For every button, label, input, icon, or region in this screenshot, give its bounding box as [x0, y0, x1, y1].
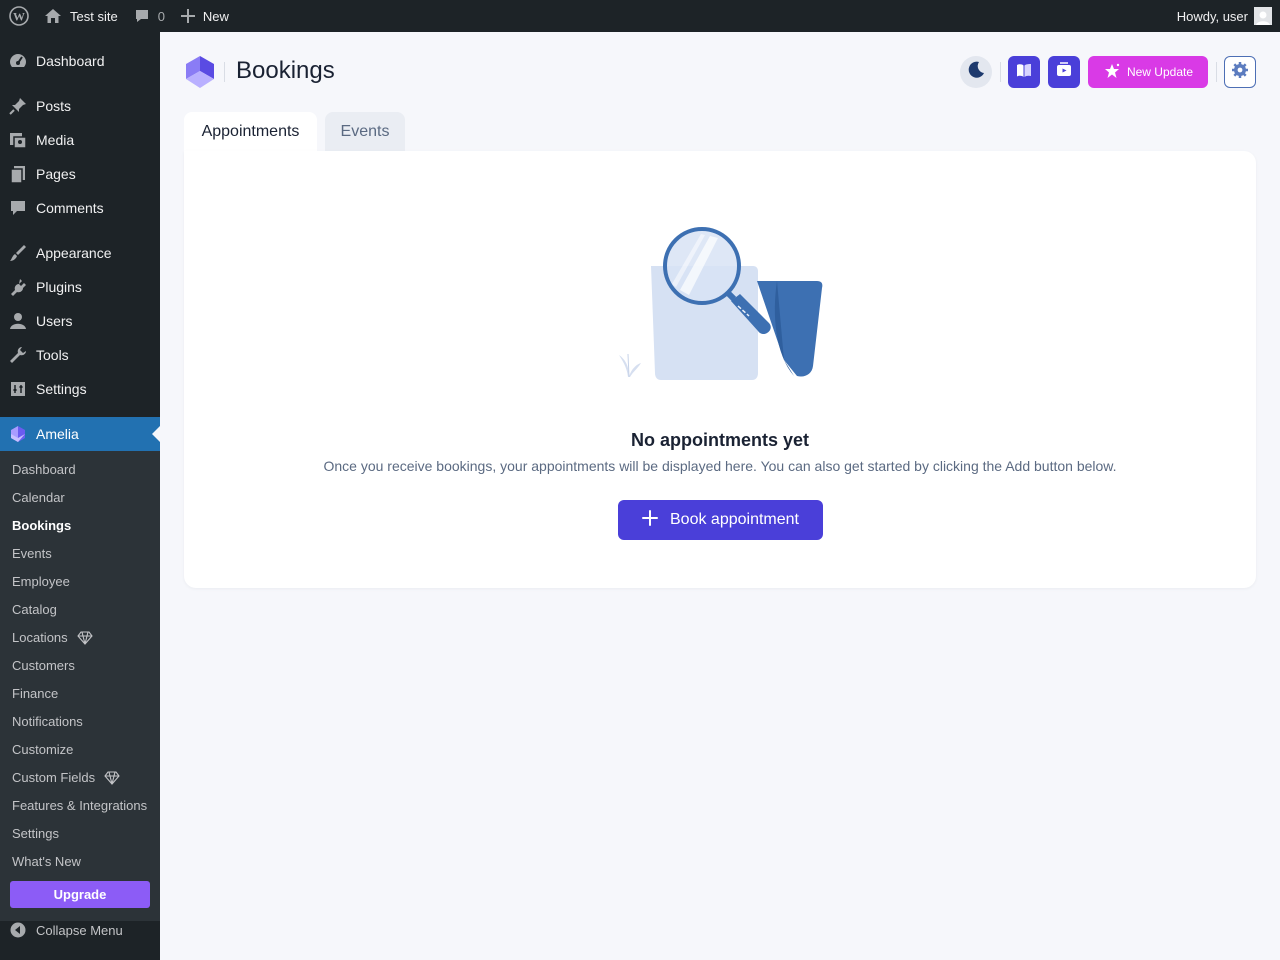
empty-state-title: No appointments yet — [630, 430, 809, 450]
account-menu[interactable]: Howdy, user — [1177, 0, 1280, 32]
submenu-label: Locations — [12, 630, 68, 645]
sidebar-item-settings[interactable]: Settings — [0, 372, 160, 406]
pages-icon — [0, 164, 36, 184]
media-icon — [0, 130, 36, 150]
pin-icon — [0, 96, 36, 116]
book-icon — [1015, 61, 1033, 84]
wordpress-logo-icon[interactable]: W — [2, 0, 36, 32]
amelia-logo-icon — [184, 55, 216, 94]
new-label: New — [202, 8, 229, 24]
new-update-label: New Update — [1126, 65, 1194, 79]
submenu-catalog[interactable]: Catalog — [12, 600, 57, 620]
sidebar-item-label: Pages — [36, 166, 76, 182]
submenu-notifications[interactable]: Notifications — [12, 712, 83, 732]
new-update-button[interactable]: New Update — [1088, 56, 1208, 88]
site-name-link[interactable]: Test site — [36, 0, 126, 32]
sidebar-item-users[interactable]: Users — [0, 304, 160, 338]
sparkle-star-icon — [1103, 62, 1121, 83]
submenu-customers[interactable]: Customers — [12, 656, 75, 676]
page-title: Bookings — [236, 57, 335, 84]
brush-icon — [0, 243, 36, 263]
header-divider — [1000, 62, 1001, 82]
collapse-label: Collapse Menu — [36, 922, 123, 938]
amelia-icon — [0, 424, 36, 444]
howdy-text: Howdy, user — [1176, 8, 1248, 24]
submenu-whats-new[interactable]: What's New — [12, 852, 81, 872]
header-divider — [1216, 62, 1217, 82]
documentation-button[interactable] — [1008, 56, 1040, 88]
sidebar-item-appearance[interactable]: Appearance — [0, 236, 160, 270]
submenu-label: Custom Fields — [12, 770, 96, 785]
sidebar-item-dashboard[interactable]: Dashboard — [0, 44, 160, 78]
sidebar-item-label: Tools — [36, 347, 69, 363]
sidebar-item-label: Plugins — [36, 279, 82, 295]
tab-events[interactable]: Events — [325, 112, 405, 152]
comments-count: 0 — [157, 8, 165, 24]
sidebar-item-label: Amelia — [36, 426, 79, 442]
home-icon — [44, 8, 62, 24]
sidebar-item-label: Dashboard — [36, 53, 105, 69]
diamond-icon — [104, 771, 120, 785]
comment-icon — [134, 8, 150, 24]
submenu-employee[interactable]: Employee — [12, 572, 70, 592]
settings-button[interactable] — [1224, 56, 1256, 88]
submenu-dashboard[interactable]: Dashboard — [12, 460, 76, 480]
sidebar-item-pages[interactable]: Pages — [0, 157, 160, 191]
sidebar-item-label: Media — [36, 132, 75, 148]
sidebar-item-amelia[interactable]: Amelia — [0, 417, 160, 451]
sidebar-item-plugins[interactable]: Plugins — [0, 270, 160, 304]
sidebar-item-label: Users — [36, 313, 73, 329]
dark-mode-toggle[interactable] — [960, 56, 992, 88]
comment-icon — [0, 198, 36, 218]
sidebar-item-media[interactable]: Media — [0, 123, 160, 157]
admin-sidebar: Dashboard Posts Media Pages Comments App… — [0, 32, 160, 960]
avatar — [1254, 7, 1272, 25]
sidebar-item-label: Appearance — [36, 245, 112, 261]
video-tutorials-button[interactable] — [1048, 56, 1080, 88]
submenu-features-integrations[interactable]: Features & Integrations — [12, 796, 147, 816]
collapse-menu-button[interactable]: Collapse Menu — [0, 916, 160, 944]
admin-bar: W Test site 0 New Howdy, user — [0, 0, 1280, 32]
book-appointment-button[interactable]: Book appointment — [618, 500, 823, 540]
submenu-custom-fields[interactable]: Custom Fields — [12, 768, 120, 788]
submenu-bookings[interactable]: Bookings — [12, 516, 71, 536]
user-icon — [0, 311, 36, 331]
svg-text:W: W — [13, 10, 25, 24]
plug-icon — [0, 277, 36, 297]
settings-icon — [0, 379, 36, 399]
sidebar-item-posts[interactable]: Posts — [0, 89, 160, 123]
collapse-arrow-icon — [0, 922, 36, 938]
dashboard-icon — [0, 51, 36, 71]
sidebar-item-comments[interactable]: Comments — [0, 191, 160, 225]
video-icon — [1055, 61, 1073, 84]
diamond-icon — [76, 631, 93, 645]
submenu-customize[interactable]: Customize — [12, 740, 73, 760]
moon-icon — [966, 60, 986, 85]
amelia-submenu: Dashboard Calendar Bookings Events Emplo… — [0, 451, 160, 921]
sidebar-item-label: Settings — [36, 381, 87, 397]
sidebar-item-label: Comments — [36, 200, 104, 216]
book-appointment-label: Book appointment — [670, 511, 799, 528]
gear-icon — [1231, 61, 1249, 84]
submenu-finance[interactable]: Finance — [12, 684, 58, 704]
comments-link[interactable]: 0 — [126, 0, 173, 32]
empty-state-description: Once you receive bookings, your appointm… — [323, 458, 1117, 474]
new-content-link[interactable]: New — [173, 0, 237, 32]
title-divider — [224, 62, 225, 82]
site-name: Test site — [70, 8, 118, 24]
submenu-calendar[interactable]: Calendar — [12, 488, 65, 508]
empty-search-illustration — [617, 224, 827, 389]
sidebar-item-tools[interactable]: Tools — [0, 338, 160, 372]
tab-appointments[interactable]: Appointments — [184, 112, 317, 152]
plus-icon — [642, 509, 658, 531]
submenu-locations[interactable]: Locations — [12, 628, 93, 648]
submenu-settings[interactable]: Settings — [12, 824, 59, 844]
sidebar-item-label: Posts — [36, 98, 72, 114]
plus-icon — [180, 9, 195, 23]
upgrade-button[interactable]: Upgrade — [10, 881, 150, 908]
submenu-events[interactable]: Events — [12, 544, 52, 564]
wrench-icon — [0, 345, 36, 365]
bookings-card: No appointments yet Once you receive boo… — [184, 151, 1256, 588]
